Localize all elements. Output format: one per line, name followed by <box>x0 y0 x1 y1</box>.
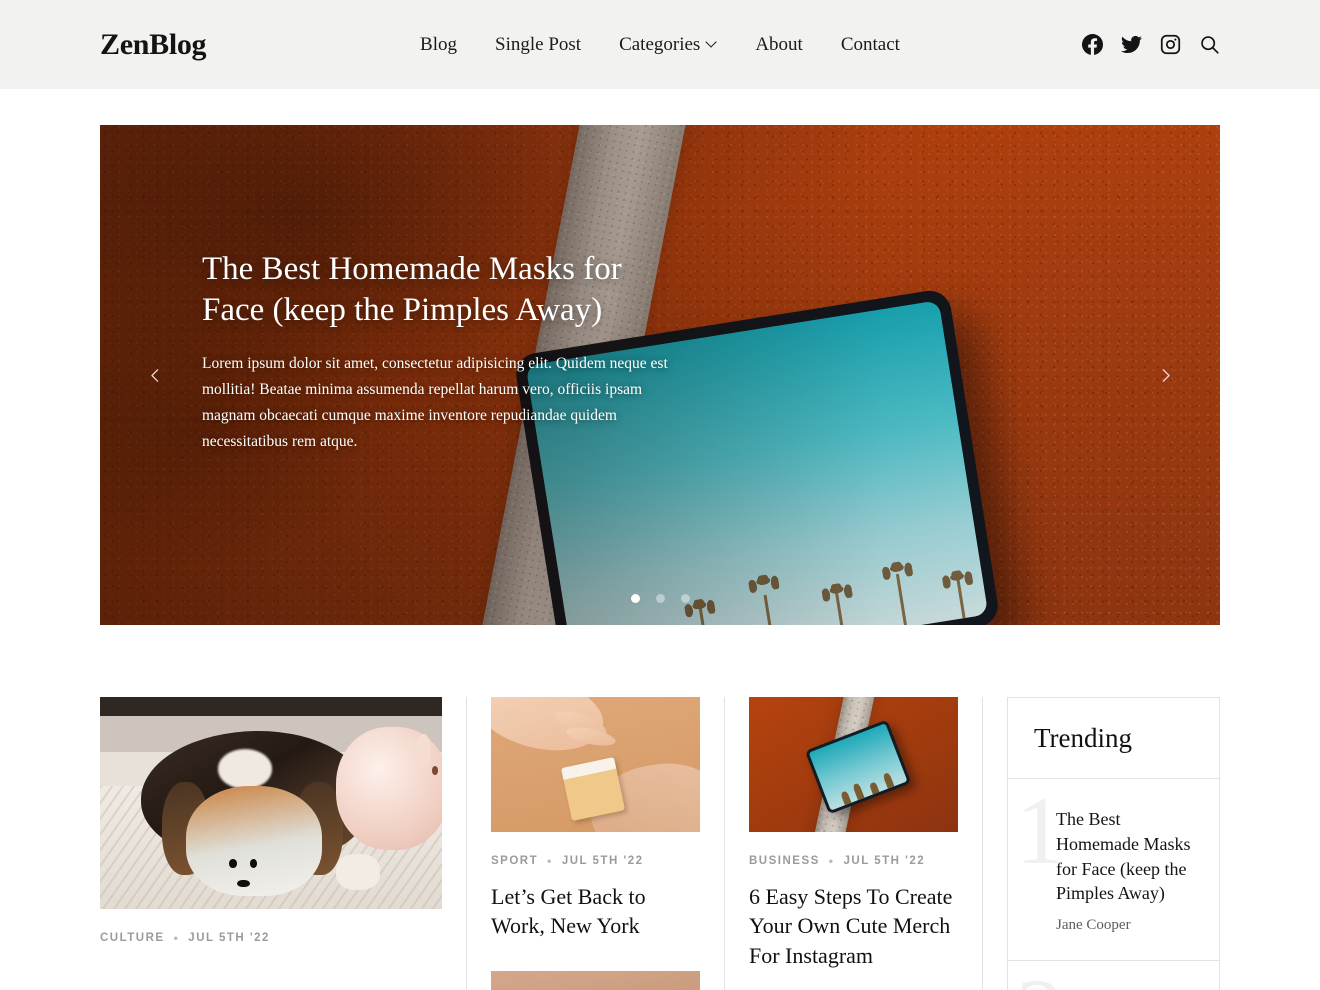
trending-sidebar: Trending 1 The Best Homemade Masks for F… <box>983 697 1220 990</box>
trending-rank-number: 2 <box>1016 965 1064 990</box>
nav-item-single-post[interactable]: Single Post <box>487 28 589 62</box>
meta-separator: • <box>828 854 835 868</box>
nav-label: Blog <box>420 33 458 55</box>
nav-item-contact[interactable]: Contact <box>833 28 908 62</box>
featured-article-column: CULTURE • JUL 5TH '22 <box>100 697 466 990</box>
chevron-down-icon <box>707 38 717 48</box>
carousel-dot-2[interactable] <box>655 594 665 603</box>
nav-item-categories[interactable]: Categories <box>611 28 725 62</box>
nav-label: About <box>755 33 803 55</box>
carousel-next-button[interactable] <box>1148 358 1182 392</box>
tablet-on-court-photo[interactable] <box>749 697 958 832</box>
trending-item: 1 The Best Homemade Masks for Face (keep… <box>1008 779 1219 962</box>
article-meta: SPORT • JUL 5TH '22 <box>491 854 700 868</box>
trending-item-title[interactable]: The Best Homemade Masks for Face (keep t… <box>1056 807 1193 906</box>
search-icon[interactable] <box>1198 34 1220 56</box>
facebook-icon[interactable] <box>1081 34 1103 56</box>
article-date: JUL 5TH '22 <box>561 855 644 867</box>
hero-title[interactable]: The Best Homemade Masks for Face (keep t… <box>202 249 692 332</box>
trending-header: Trending <box>1008 698 1219 779</box>
content-grid: CULTURE • JUL 5TH '22 SPORT • JUL 5TH '2… <box>0 625 1320 990</box>
nav-label: Single Post <box>495 33 582 55</box>
next-article-photo[interactable] <box>491 970 700 990</box>
nav-item-blog[interactable]: Blog <box>412 28 465 62</box>
nav-item-about[interactable]: About <box>747 28 811 62</box>
site-logo[interactable]: ZenBlog <box>100 28 207 62</box>
article-title[interactable]: Let’s Get Back to Work, New York <box>491 882 700 941</box>
carousel-dots <box>100 594 1220 603</box>
article-title[interactable]: 6 Easy Steps To Create Your Own Cute Mer… <box>749 882 958 970</box>
article-date: JUL 5TH '22 <box>843 855 926 867</box>
header-actions <box>1081 34 1220 56</box>
article-meta: BUSINESS • JUL 5TH '22 <box>749 854 958 868</box>
trending-title: Trending <box>1034 723 1133 753</box>
nav-label: Categories <box>619 33 701 55</box>
hero-section: The Best Homemade Masks for Face (keep t… <box>0 89 1320 625</box>
hero-carousel: The Best Homemade Masks for Face (keep t… <box>100 125 1220 625</box>
trending-item: 2 17 Pictures of Medium Length Hair in L… <box>1008 961 1219 990</box>
article-date: JUL 5TH '22 <box>188 932 270 944</box>
meta-separator: • <box>547 854 553 868</box>
trending-box: Trending 1 The Best Homemade Masks for F… <box>1007 697 1220 990</box>
article-category[interactable]: CULTURE <box>100 932 165 944</box>
instagram-icon[interactable] <box>1159 34 1181 56</box>
main-navigation: Blog Single Post Categories About Contac… <box>412 28 908 62</box>
article-category[interactable]: BUSINESS <box>749 855 820 867</box>
business-article-column: BUSINESS • JUL 5TH '22 6 Easy Steps To C… <box>725 697 982 990</box>
carousel-prev-button[interactable] <box>138 358 172 392</box>
beagle-puppy-photo[interactable] <box>100 697 442 909</box>
carousel-dot-1[interactable] <box>630 594 640 603</box>
meta-separator: • <box>173 931 180 945</box>
article-meta: CULTURE • JUL 5TH '22 <box>100 931 442 945</box>
trending-item-author: Jane Cooper <box>1056 917 1131 934</box>
nav-label: Contact <box>840 33 900 55</box>
sport-article-column: SPORT • JUL 5TH '22 Let’s Get Back to Wo… <box>467 697 724 990</box>
hands-passing-cake-photo[interactable] <box>491 697 700 832</box>
twitter-icon[interactable] <box>1120 34 1142 56</box>
article-category[interactable]: SPORT <box>491 855 538 867</box>
carousel-dot-3[interactable] <box>680 594 690 603</box>
hero-content: The Best Homemade Masks for Face (keep t… <box>202 249 692 455</box>
site-header: ZenBlog Blog Single Post Categories Abou… <box>0 0 1320 89</box>
hero-excerpt: Lorem ipsum dolor sit amet, consectetur … <box>202 354 668 450</box>
